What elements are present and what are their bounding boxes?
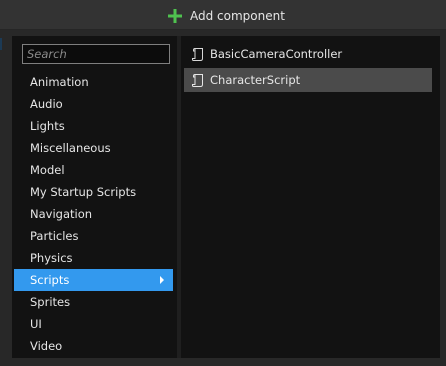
- category-label: My Startup Scripts: [30, 185, 137, 199]
- category-label: UI: [30, 317, 42, 331]
- category-item-ui[interactable]: UI: [14, 313, 173, 335]
- component-item-basic-camera-controller[interactable]: BasicCameraController: [184, 42, 432, 66]
- component-list: BasicCameraController CharacterScript: [184, 42, 432, 94]
- category-item-animation[interactable]: Animation: [14, 71, 173, 93]
- category-item-miscellaneous[interactable]: Miscellaneous: [14, 137, 173, 159]
- toolbar: Add component: [0, 0, 446, 30]
- category-label: Scripts: [30, 273, 70, 287]
- category-item-physics[interactable]: Physics: [14, 247, 173, 269]
- category-item-video[interactable]: Video: [14, 335, 173, 357]
- add-component-label: Add component: [190, 9, 285, 23]
- category-label: Video: [30, 339, 63, 353]
- background-edge: [0, 38, 2, 50]
- script-icon: [192, 47, 203, 61]
- category-label: Sprites: [30, 295, 71, 309]
- script-icon: [192, 73, 203, 87]
- component-label: BasicCameraController: [210, 47, 343, 61]
- category-item-model[interactable]: Model: [14, 159, 173, 181]
- plus-icon: [168, 9, 182, 23]
- category-label: Miscellaneous: [30, 141, 111, 155]
- category-item-lights[interactable]: Lights: [14, 115, 173, 137]
- category-list: Animation Audio Lights Miscellaneous Mod…: [14, 71, 173, 357]
- category-item-audio[interactable]: Audio: [14, 93, 173, 115]
- category-label: Navigation: [30, 207, 93, 221]
- category-label: Audio: [30, 97, 63, 111]
- component-item-character-script[interactable]: CharacterScript: [184, 68, 432, 92]
- category-item-particles[interactable]: Particles: [14, 225, 173, 247]
- category-item-scripts[interactable]: Scripts: [14, 269, 173, 291]
- category-label: Particles: [30, 229, 79, 243]
- category-item-navigation[interactable]: Navigation: [14, 203, 173, 225]
- category-label: Model: [30, 163, 65, 177]
- search-input[interactable]: [22, 44, 170, 64]
- category-item-my-startup-scripts[interactable]: My Startup Scripts: [14, 181, 173, 203]
- category-label: Physics: [30, 251, 73, 265]
- category-label: Animation: [30, 75, 89, 89]
- chevron-right-icon: [160, 276, 164, 284]
- add-component-button[interactable]: Add component: [168, 6, 285, 26]
- category-item-sprites[interactable]: Sprites: [14, 291, 173, 313]
- category-label: Lights: [30, 119, 65, 133]
- component-label: CharacterScript: [210, 73, 301, 87]
